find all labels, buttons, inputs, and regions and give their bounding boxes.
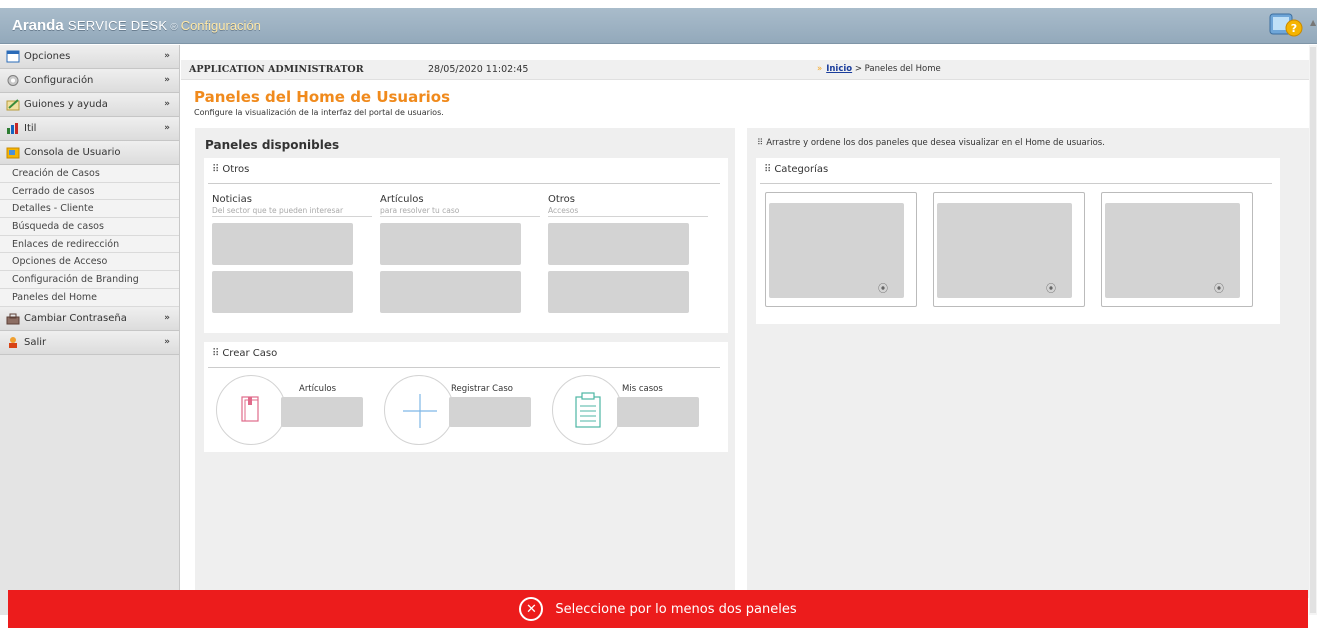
breadcrumb-home-link[interactable]: Inicio	[826, 64, 852, 74]
sidebar-item-guiones[interactable]: Guiones y ayuda »	[0, 93, 179, 117]
chart-icon	[6, 122, 20, 135]
svg-text:?: ?	[1291, 22, 1297, 35]
category-card[interactable]: ⦿	[1101, 192, 1253, 307]
section-title: Configuración	[180, 18, 261, 33]
folder-icon	[6, 146, 20, 159]
brand-logo: Aranda SERVICE DESK ® Configuración	[12, 17, 261, 34]
sidebar-item-salir[interactable]: Salir »	[0, 330, 179, 355]
clipboard-icon	[552, 375, 622, 445]
chevron-down-icon[interactable]: »	[164, 75, 170, 85]
sidebar-subitem-active[interactable]: Paneles del Home	[0, 289, 179, 307]
panel-otros[interactable]: ⠿ Otros Noticias Del sector que te pueden…	[204, 158, 728, 333]
column-subtitle: Accesos	[548, 206, 579, 215]
toast-message: Seleccione por lo menos dos paneles	[555, 601, 797, 617]
help-icon[interactable]: ?	[1266, 11, 1306, 41]
user-name: APPLICATION ADMINISTRATOR	[189, 64, 364, 75]
link-icon: ⦿	[1214, 284, 1224, 295]
breadcrumb: » Inicio > Paneles del Home	[817, 64, 941, 74]
column-title: Noticias	[212, 194, 252, 205]
placeholder-card	[548, 223, 689, 265]
close-circle-icon[interactable]: ✕	[519, 597, 544, 621]
drag-handle-icon: ⠿	[757, 138, 764, 148]
pencil-icon	[6, 98, 20, 111]
page-title: Paneles del Home de Usuarios	[194, 88, 451, 106]
chevron-down-icon[interactable]: »	[164, 99, 170, 109]
panel-categorias[interactable]: ⠿ Categorías ⦿ ⦿ ⦿	[756, 158, 1280, 324]
sidebar-subitem[interactable]: Configuración de Branding	[0, 271, 179, 289]
error-toast: ✕ Seleccione por lo menos dos paneles	[8, 590, 1308, 628]
sidebar-subitem[interactable]: Opciones de Acceso	[0, 253, 179, 272]
placeholder-card	[380, 223, 521, 265]
instructions: ⠿ Arrastre y ordene los dos paneles que d…	[757, 138, 1105, 148]
options-icon	[6, 50, 20, 63]
selected-panels: ⠿ Arrastre y ordene los dos paneles que d…	[747, 128, 1309, 598]
column-title: Otros	[548, 194, 576, 205]
sidebar: Opciones » Configuración » Guiones y ayu…	[0, 45, 180, 615]
available-panels-title: Paneles disponibles	[205, 138, 340, 152]
panel-crear-caso[interactable]: ⠿ Crear Caso Artículos Registrar Caso Mis…	[204, 342, 728, 452]
sidebar-submenu: Creación de Casos Cerrado de casos Detal…	[0, 165, 179, 307]
sidebar-item-consola[interactable]: Consola de Usuario	[0, 141, 179, 165]
info-bar: APPLICATION ADMINISTRATOR 28/05/2020 11:…	[181, 60, 1309, 80]
scroll-up-icon[interactable]: ▲	[1310, 18, 1316, 27]
column-subtitle: Del sector que te pueden interesar	[212, 206, 344, 215]
category-card[interactable]: ⦿	[765, 192, 917, 307]
page-subtitle: Configure la visualización de la interfa…	[194, 108, 444, 117]
placeholder-card	[617, 397, 699, 427]
plus-icon	[384, 375, 454, 445]
datetime: 28/05/2020 11:02:45	[428, 64, 529, 75]
chevron-down-icon[interactable]: »	[164, 123, 170, 133]
exit-icon	[6, 336, 20, 349]
sidebar-item-itil[interactable]: Itil »	[0, 117, 179, 141]
sidebar-item-opciones[interactable]: Opciones »	[0, 45, 179, 69]
drag-handle-icon[interactable]: ⠿	[212, 164, 219, 175]
book-icon	[216, 375, 286, 445]
available-panels: Paneles disponibles ⠿ Otros Noticias Del …	[195, 128, 735, 598]
vertical-scrollbar[interactable]	[1309, 45, 1317, 615]
placeholder-card	[449, 397, 531, 427]
key-icon	[6, 312, 20, 325]
main-content: APPLICATION ADMINISTRATOR 28/05/2020 11:…	[181, 45, 1309, 615]
placeholder-card	[281, 397, 363, 427]
sidebar-subitem[interactable]: Creación de Casos	[0, 165, 179, 183]
placeholder-card	[212, 223, 353, 265]
top-bar: Aranda SERVICE DESK ® Configuración ? ▲	[0, 8, 1317, 44]
link-icon: ⦿	[1046, 284, 1056, 295]
column-subtitle: para resolver tu caso	[380, 206, 460, 215]
sidebar-subitem[interactable]: Enlaces de redirección	[0, 236, 179, 254]
drag-handle-icon[interactable]: ⠿	[764, 164, 771, 175]
placeholder-card	[212, 271, 353, 313]
chevron-down-icon[interactable]: »	[164, 337, 170, 347]
sidebar-subitem[interactable]: Cerrado de casos	[0, 183, 179, 201]
drag-handle-icon[interactable]: ⠿	[212, 348, 219, 359]
gear-icon	[6, 74, 20, 87]
placeholder-card	[380, 271, 521, 313]
link-icon: ⦿	[878, 284, 888, 295]
category-card[interactable]: ⦿	[933, 192, 1085, 307]
sidebar-item-cambiar-contrasena[interactable]: Cambiar Contraseña »	[0, 306, 179, 331]
sidebar-subitem[interactable]: Búsqueda de casos	[0, 218, 179, 236]
placeholder-card	[548, 271, 689, 313]
chevron-down-icon[interactable]: »	[164, 313, 170, 323]
column-title: Artículos	[380, 194, 424, 205]
sidebar-item-configuracion[interactable]: Configuración »	[0, 69, 179, 93]
chevron-down-icon[interactable]: »	[164, 51, 170, 61]
sidebar-subitem[interactable]: Detalles - Cliente	[0, 200, 179, 219]
